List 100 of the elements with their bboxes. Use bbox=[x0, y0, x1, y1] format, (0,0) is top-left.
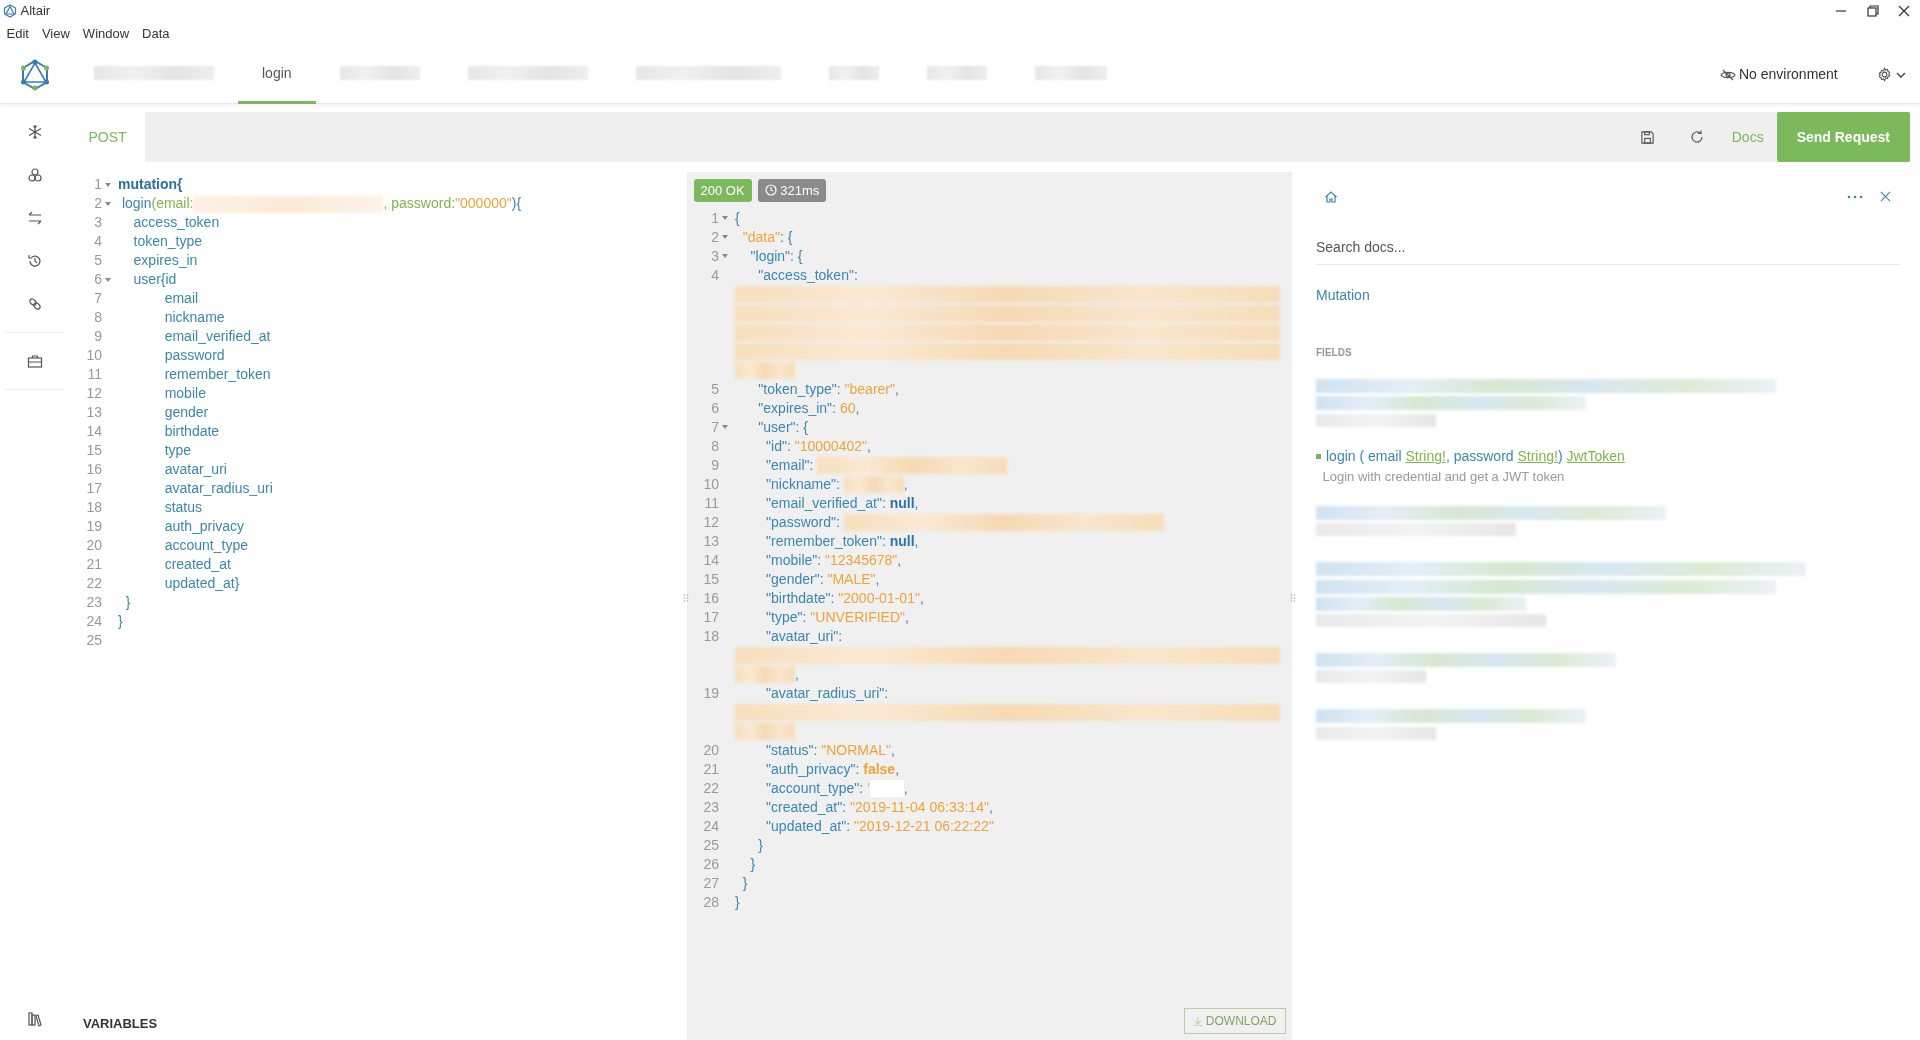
line-number: 18 bbox=[703, 626, 719, 646]
type-link[interactable]: String! bbox=[1517, 448, 1558, 464]
books-icon[interactable] bbox=[27, 1010, 43, 1027]
line-number: 2 bbox=[711, 227, 719, 247]
method-dropdown[interactable]: POST bbox=[70, 112, 145, 162]
line-number: 21 bbox=[703, 759, 719, 779]
more-icon[interactable] bbox=[1847, 194, 1863, 199]
line-number: 27 bbox=[703, 873, 719, 893]
type-link[interactable]: JwtToken bbox=[1566, 448, 1625, 464]
history-icon[interactable] bbox=[27, 253, 43, 269]
status-badge: 200 OK bbox=[693, 178, 752, 202]
briefcase-icon[interactable] bbox=[27, 353, 43, 369]
tab[interactable]: login bbox=[238, 45, 316, 104]
menu-item[interactable]: View bbox=[41, 24, 70, 44]
line-number: 28 bbox=[703, 892, 719, 912]
line-number: 8 bbox=[94, 308, 102, 327]
line-number: 20 bbox=[703, 740, 719, 760]
fold-arrow-icon[interactable] bbox=[721, 252, 729, 260]
code-line: nickname bbox=[163, 308, 225, 327]
line-number: 13 bbox=[703, 531, 719, 551]
line-number: 14 bbox=[86, 422, 102, 441]
code-line: token_type bbox=[132, 232, 203, 251]
line-number: 16 bbox=[703, 588, 719, 608]
line-number: 16 bbox=[86, 460, 102, 479]
code-line: "birthdate": "2000-01-01", bbox=[765, 588, 924, 608]
type-link[interactable]: String! bbox=[1405, 448, 1446, 464]
code-line: "login": { bbox=[749, 246, 803, 266]
section-heading: FIELDS bbox=[1316, 345, 1353, 360]
menu-item[interactable]: Edit bbox=[6, 24, 29, 44]
line-number: 7 bbox=[94, 289, 102, 308]
line-number: 19 bbox=[86, 517, 102, 536]
code-line: avatar_uri bbox=[163, 460, 227, 479]
snowflake-icon[interactable] bbox=[27, 124, 43, 140]
line-number: 4 bbox=[711, 265, 719, 285]
code-line: expires_in bbox=[132, 251, 198, 270]
variables-label[interactable]: VARIABLES bbox=[83, 1016, 158, 1031]
code-line: updated_at} bbox=[163, 574, 240, 593]
line-number: 10 bbox=[703, 474, 719, 494]
line-number: 25 bbox=[86, 631, 102, 650]
grip-icon[interactable] bbox=[683, 592, 689, 604]
line-number: 12 bbox=[86, 384, 102, 403]
restore-icon[interactable] bbox=[1866, 5, 1879, 17]
line-number: 8 bbox=[711, 436, 719, 456]
code-line: email bbox=[163, 289, 199, 308]
hexagon-logo-icon[interactable] bbox=[19, 58, 51, 91]
fold-arrow-icon[interactable] bbox=[721, 214, 729, 222]
code-line: login(email: , password:"000000"){ bbox=[120, 194, 522, 213]
code-line: "access_token": bbox=[757, 265, 858, 285]
refresh-icon[interactable] bbox=[1689, 129, 1706, 145]
send-request-button[interactable]: Send Request bbox=[1776, 112, 1910, 162]
code-line: "type": "UNVERIFIED", bbox=[765, 607, 909, 627]
menu-item[interactable]: Data bbox=[142, 24, 170, 44]
code-line: remember_token bbox=[163, 365, 271, 384]
line-number: 26 bbox=[703, 854, 719, 874]
line-number: 11 bbox=[704, 493, 719, 513]
swap-arrows-icon[interactable] bbox=[27, 210, 43, 226]
line-number: 3 bbox=[711, 246, 719, 266]
code-line: "status": "NORMAL", bbox=[765, 740, 895, 760]
code-line: account_type bbox=[163, 536, 248, 555]
code-line: } bbox=[117, 612, 123, 631]
line-number: 1 bbox=[711, 208, 719, 228]
code-line: "email_verified_at": null, bbox=[765, 493, 919, 513]
code-line: "token_type": "bearer", bbox=[757, 379, 899, 399]
line-number: 10 bbox=[86, 346, 102, 365]
environment-selector[interactable]: No environment bbox=[1738, 64, 1838, 85]
line-number: 5 bbox=[711, 379, 719, 399]
window-title: Altair bbox=[20, 2, 51, 21]
menu-item[interactable]: Window bbox=[82, 24, 130, 44]
line-number: 20 bbox=[86, 536, 102, 555]
code-line: "remember_token": null, bbox=[765, 531, 919, 551]
fold-arrow-icon[interactable] bbox=[721, 423, 729, 431]
line-number: 24 bbox=[703, 816, 719, 836]
time-badge: 321ms bbox=[758, 178, 827, 202]
line-number: 1 bbox=[94, 175, 102, 194]
fold-arrow-icon[interactable] bbox=[104, 180, 112, 189]
save-icon[interactable] bbox=[1640, 129, 1656, 145]
code-line: birthdate bbox=[163, 422, 220, 441]
home-icon[interactable] bbox=[1324, 189, 1338, 204]
type-link[interactable]: Mutation bbox=[1316, 284, 1370, 306]
code-line: "user": { bbox=[757, 417, 808, 437]
line-number: 15 bbox=[703, 569, 719, 589]
line-number: 22 bbox=[703, 778, 719, 798]
fold-arrow-icon[interactable] bbox=[104, 275, 112, 284]
line-number: 9 bbox=[711, 455, 719, 475]
grip-icon[interactable] bbox=[1290, 592, 1296, 604]
cubes-icon[interactable] bbox=[27, 167, 43, 183]
hidden-eye-icon[interactable] bbox=[1719, 68, 1736, 81]
line-number: 5 bbox=[94, 251, 102, 270]
code-line: user{id bbox=[132, 270, 177, 289]
line-number: 24 bbox=[86, 612, 102, 631]
settings-icon[interactable] bbox=[1876, 67, 1892, 82]
line-number: 23 bbox=[86, 593, 102, 612]
line-number: 17 bbox=[86, 479, 102, 498]
fold-arrow-icon[interactable] bbox=[104, 199, 112, 208]
link-icon[interactable] bbox=[27, 296, 43, 312]
close-icon[interactable] bbox=[1898, 5, 1911, 17]
search-field[interactable]: Search docs... bbox=[1316, 231, 1900, 265]
code-line: avatar_radius_uri bbox=[163, 479, 273, 498]
clock-icon bbox=[765, 184, 778, 197]
fold-arrow-icon[interactable] bbox=[721, 233, 729, 241]
